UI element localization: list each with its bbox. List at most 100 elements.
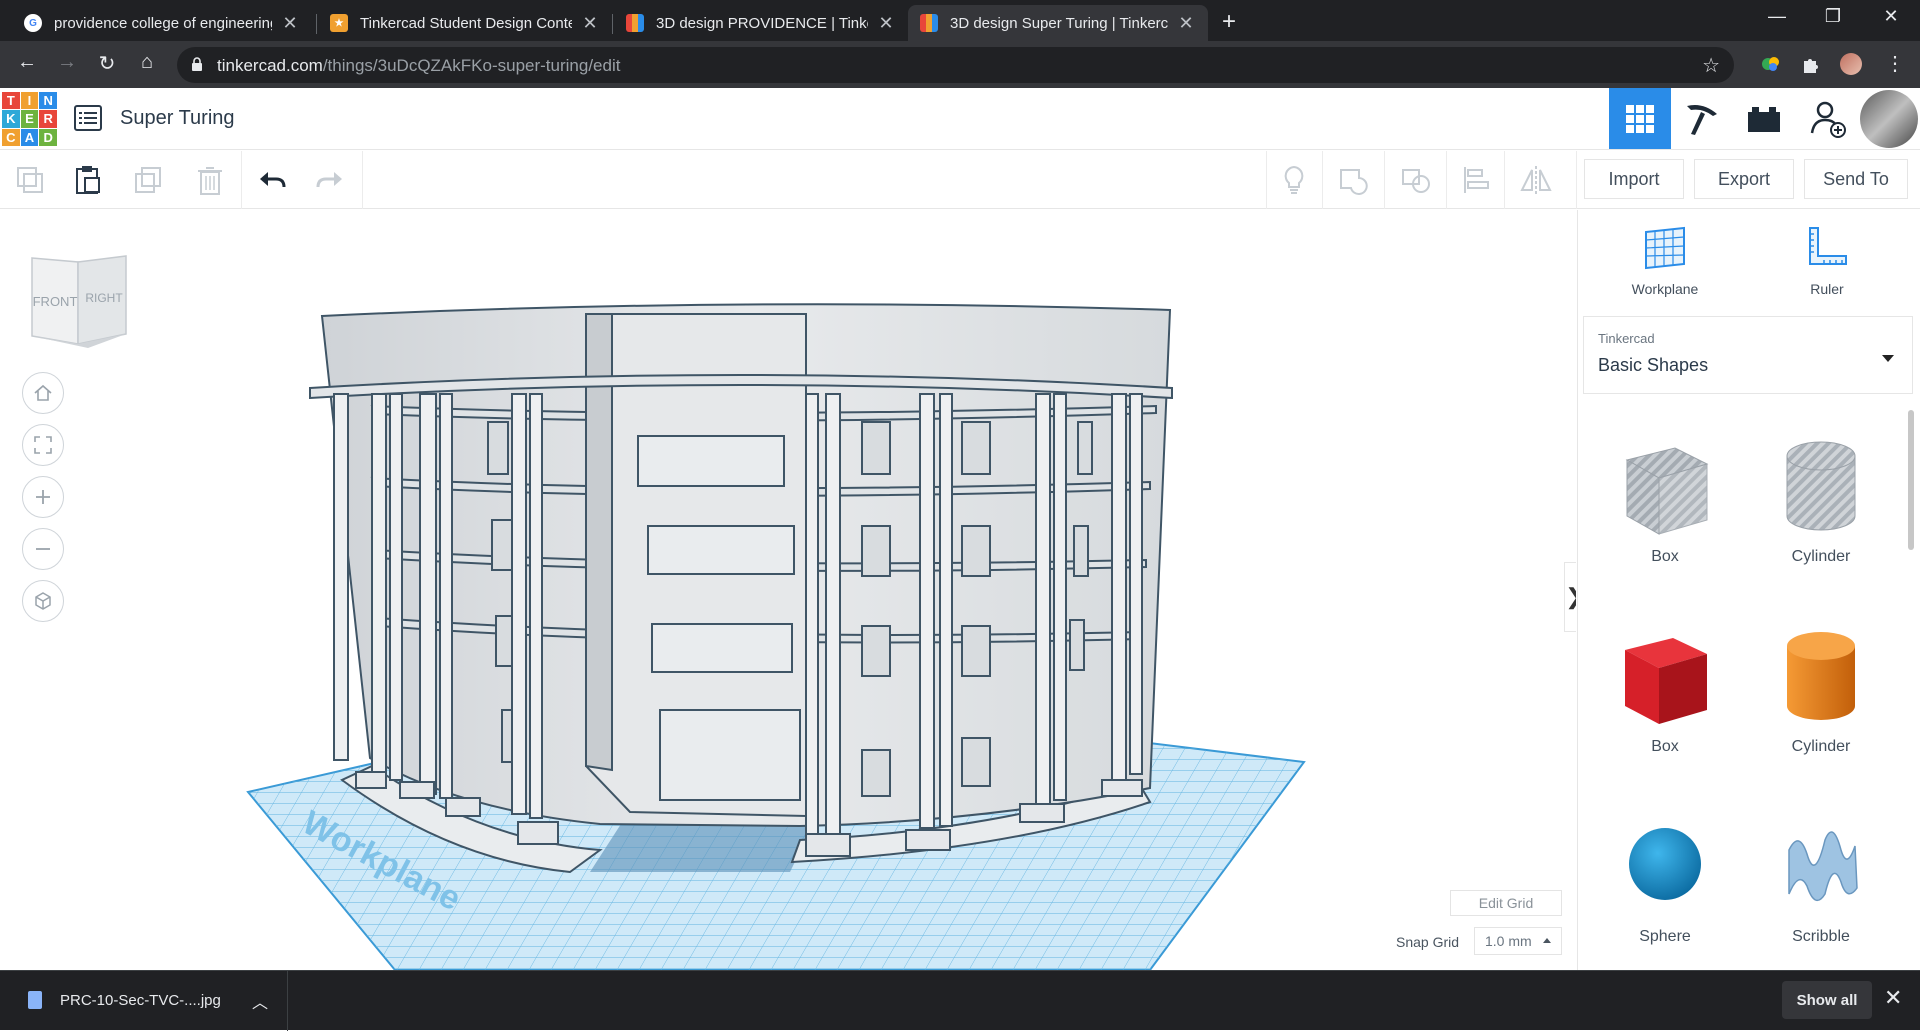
3d-view-button[interactable] <box>1609 88 1671 149</box>
fit-view-button[interactable] <box>22 424 64 466</box>
profile-avatar[interactable] <box>1840 53 1862 75</box>
toolbar-divider <box>1446 151 1447 209</box>
home-icon[interactable]: ⌂ <box>132 51 162 74</box>
browser-tab-4-active[interactable]: 3D design Super Turing | Tinkercad ✕ <box>908 5 1208 41</box>
design-list-icon[interactable] <box>74 105 102 131</box>
home-view-button[interactable] <box>22 372 64 414</box>
ungroup-button[interactable] <box>1396 161 1436 199</box>
forward-arrow-icon[interactable]: → <box>52 51 82 74</box>
show-all-button[interactable]: Show all <box>1782 981 1872 1019</box>
panel-scrollbar[interactable] <box>1908 410 1914 550</box>
bookmark-star-icon[interactable]: ☆ <box>1702 53 1720 78</box>
shape-scribble[interactable]: Scribble <box>1746 810 1896 946</box>
view-cube[interactable]: FRONT RIGHT <box>28 250 128 350</box>
box-icon <box>1625 638 1707 724</box>
minecraft-pickaxe-button[interactable] <box>1671 88 1733 149</box>
library-source: Tinkercad <box>1598 331 1655 346</box>
tab-close-icon[interactable]: ✕ <box>876 13 896 34</box>
notes-button[interactable] <box>1274 161 1314 199</box>
ruler-tool[interactable]: Ruler <box>1767 224 1887 297</box>
chevron-up-icon[interactable]: ︿ <box>252 989 268 1013</box>
toolbar-divider <box>1504 151 1505 209</box>
user-avatar[interactable] <box>1860 90 1918 148</box>
collapse-panel-button[interactable]: ❯ <box>1564 562 1576 632</box>
snap-grid-select[interactable]: 1.0 mm <box>1474 927 1562 955</box>
3d-scene[interactable]: Workplane <box>0 210 1576 970</box>
tab-divider <box>612 14 613 34</box>
back-arrow-icon[interactable]: ← <box>12 51 42 74</box>
extensions-puzzle-icon[interactable] <box>1800 53 1822 75</box>
send-to-button[interactable]: Send To <box>1804 159 1908 199</box>
mirror-button[interactable] <box>1516 161 1556 199</box>
projection-button[interactable] <box>22 580 64 622</box>
url-omnibox[interactable]: tinkercad.com/things/3uDcQZAkFKo-super-t… <box>177 47 1734 83</box>
shape-sphere[interactable]: Sphere <box>1590 810 1740 946</box>
tab-title: 3D design Super Turing | Tinkercad <box>950 14 1168 32</box>
zoom-in-button[interactable] <box>22 476 64 518</box>
grid-view-icon <box>1626 104 1654 133</box>
browser-tab-2[interactable]: ★ Tinkercad Student Design Contest ✕ <box>318 5 612 41</box>
toolbar-divider <box>1266 151 1267 209</box>
paste-button[interactable] <box>68 161 108 199</box>
sphere-icon <box>1629 828 1701 900</box>
fit-view-icon <box>34 436 52 454</box>
tab-close-icon[interactable]: ✕ <box>280 13 300 34</box>
shape-label: Cylinder <box>1791 738 1851 755</box>
import-button[interactable]: Import <box>1584 159 1684 199</box>
add-user-icon <box>1810 101 1846 138</box>
shape-label: Sphere <box>1639 928 1691 945</box>
toolbar-divider <box>362 151 363 209</box>
reload-icon[interactable]: ↻ <box>92 51 122 76</box>
workplane-label: Workplane <box>1631 281 1699 297</box>
browser-tab-3[interactable]: 3D design PROVIDENCE | Tinkercad ✕ <box>614 5 908 41</box>
snap-grid-value: 1.0 mm <box>1485 933 1532 949</box>
shape-cylinder[interactable]: Cylinder <box>1746 620 1896 756</box>
extension-colorful-icon[interactable] <box>1760 53 1782 75</box>
close-download-bar-icon[interactable]: ✕ <box>1884 985 1902 1011</box>
browser-tab-1[interactable]: G providence college of engineering ✕ <box>12 5 312 41</box>
redo-icon <box>316 172 342 188</box>
tab-close-icon[interactable]: ✕ <box>580 13 600 34</box>
download-item[interactable]: PRC-10-Sec-TVC-....jpg ︿ <box>0 971 288 1031</box>
tinkercad-logo[interactable]: T I N K E R C A D <box>2 92 57 146</box>
shape-cylinder-hole[interactable]: Cylinder <box>1746 430 1896 566</box>
logo-letter: D <box>39 128 57 146</box>
browser-menu-icon[interactable]: ⋮ <box>1880 51 1910 76</box>
close-window-button[interactable]: ✕ <box>1868 6 1914 27</box>
edit-grid-button[interactable]: Edit Grid <box>1450 890 1562 916</box>
lightbulb-icon <box>1284 165 1304 194</box>
zoom-out-button[interactable] <box>22 528 64 570</box>
design-title[interactable]: Super Turing <box>120 107 235 130</box>
delete-button[interactable] <box>190 161 230 199</box>
new-tab-button[interactable]: + <box>1222 8 1236 36</box>
ruler-icon <box>1809 227 1847 265</box>
view-cube-right[interactable]: RIGHT <box>85 291 123 305</box>
shape-label: Scribble <box>1792 928 1850 945</box>
tab-close-icon[interactable]: ✕ <box>1176 13 1196 34</box>
workplane-tool[interactable]: Workplane <box>1605 224 1725 297</box>
align-button[interactable] <box>1456 161 1496 199</box>
copy-button[interactable] <box>10 161 50 199</box>
browser-tab-bar: G providence college of engineering ✕ ★ … <box>0 0 1920 41</box>
snap-grid-label: Snap Grid <box>1396 934 1460 950</box>
maximize-button[interactable]: ❐ <box>1810 6 1856 27</box>
view-cube-front[interactable]: FRONT <box>33 294 78 309</box>
bricks-button[interactable] <box>1733 88 1795 149</box>
redo-button[interactable] <box>310 161 350 199</box>
export-button[interactable]: Export <box>1694 159 1794 199</box>
invite-user-button[interactable] <box>1797 88 1859 149</box>
shape-box[interactable]: Box <box>1590 620 1740 756</box>
3d-workspace[interactable]: Workplane FRONT RIGHT Edit Grid Snap Gri… <box>0 210 1576 970</box>
minimize-button[interactable]: — <box>1754 6 1800 27</box>
undo-icon <box>260 172 286 188</box>
contest-icon: ★ <box>330 14 348 32</box>
brick-icon <box>1748 106 1780 132</box>
toolbar-divider <box>1322 151 1323 209</box>
group-button[interactable] <box>1334 161 1374 199</box>
shape-box-hole[interactable]: Box <box>1590 430 1740 566</box>
shape-library-select[interactable]: Tinkercad Basic Shapes <box>1583 316 1913 394</box>
tinkercad-icon <box>626 14 644 32</box>
undo-button[interactable] <box>252 161 292 199</box>
duplicate-button[interactable] <box>128 161 168 199</box>
caret-up-icon <box>1543 938 1551 943</box>
